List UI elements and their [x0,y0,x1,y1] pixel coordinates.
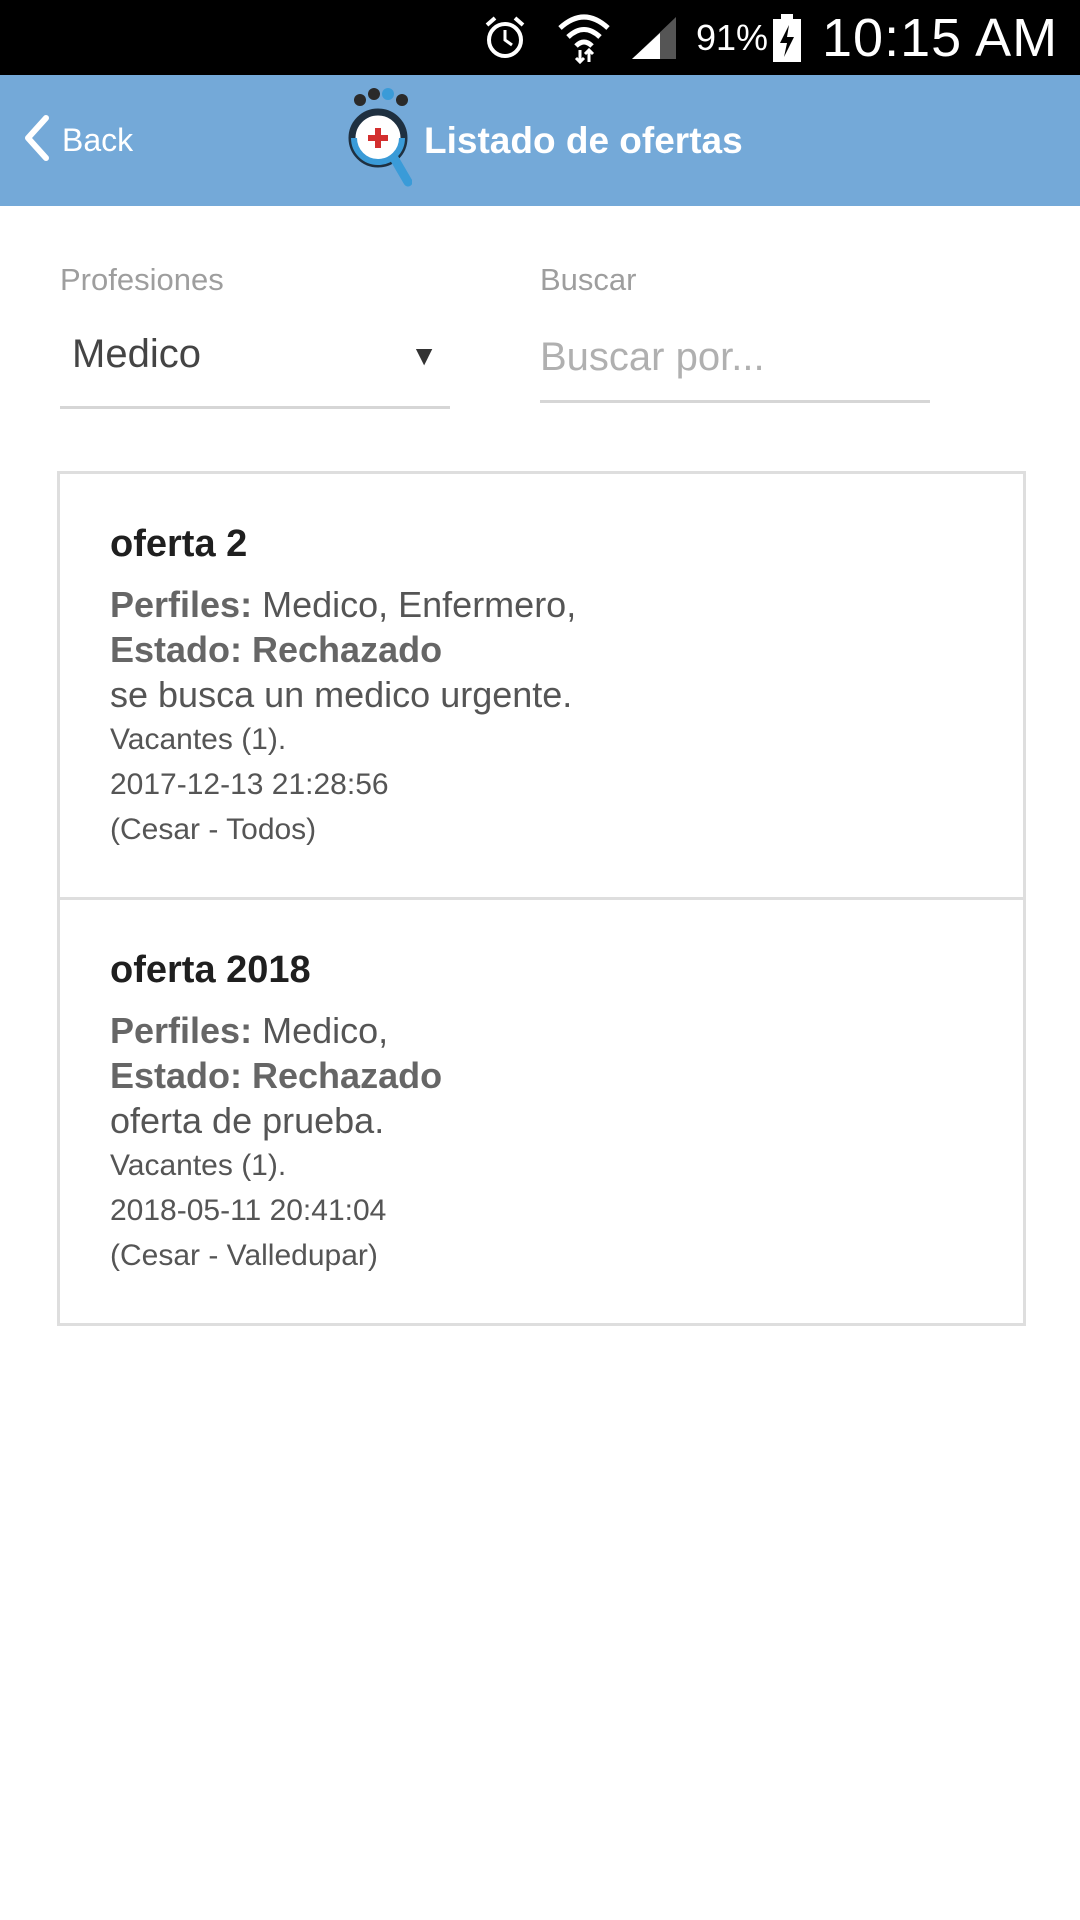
perfiles-label: Perfiles: [110,1010,253,1051]
perfiles-label: Perfiles: [110,584,253,625]
status-bar: 91% 10:15 AM [0,0,1080,75]
offer-vacantes: Vacantes (1). [110,1149,287,1182]
app-logo-icon [348,88,413,193]
offer-title: oferta 2 [110,523,248,565]
offer-estado: Estado: Rechazado [110,1053,983,1098]
estado-text: Estado: Rechazado [110,1055,443,1096]
search-input[interactable] [540,314,930,403]
dropdown-arrow-icon: ▼ [410,340,438,371]
alarm-icon [482,0,534,75]
profesiones-select[interactable]: Medico ▼ [60,320,450,409]
offer-card[interactable]: oferta 2 Perfiles: Medico, Enfermero, Es… [60,474,1023,897]
estado-text: Estado: Rechazado [110,629,443,670]
offer-date: 2017-12-13 21:28:56 [110,768,389,801]
signal-icon [630,0,682,75]
offer-description: oferta de prueba. [110,1100,385,1141]
offer-card[interactable]: oferta 2018 Perfiles: Medico, Estado: Re… [60,897,1023,1323]
offer-location: (Cesar - Todos) [110,813,317,846]
offer-description: se busca un medico urgente. [110,674,573,715]
battery-charging-icon [772,0,806,75]
profesiones-label: Profesiones [60,262,224,297]
perfiles-value: Medico, Enfermero, [252,584,577,625]
clock: 10:15 AM [822,7,1059,68]
offer-date: 2018-05-11 20:41:04 [110,1194,387,1227]
app-header: Back Listado de ofertas [0,75,1080,206]
page-title: Listado de ofertas [424,119,743,161]
wifi-icon [556,0,616,75]
battery-percent: 91% [696,16,769,58]
offers-list: oferta 2 Perfiles: Medico, Enfermero, Es… [57,471,1026,1326]
back-button[interactable]: Back [20,75,133,206]
profesiones-selected-value: Medico [72,332,201,376]
perfiles-value: Medico, [252,1010,389,1051]
buscar-label: Buscar [540,262,637,297]
offer-estado: Estado: Rechazado [110,627,983,672]
offer-title: oferta 2018 [110,949,311,991]
offer-perfiles: Perfiles: Medico, [110,1008,983,1053]
offer-perfiles: Perfiles: Medico, Enfermero, [110,582,983,627]
header-title-group: Listado de ofertas [348,75,743,206]
offer-vacantes: Vacantes (1). [110,723,287,756]
offer-location: (Cesar - Valledupar) [110,1239,378,1272]
chevron-left-icon [20,114,52,167]
back-label: Back [62,122,134,158]
